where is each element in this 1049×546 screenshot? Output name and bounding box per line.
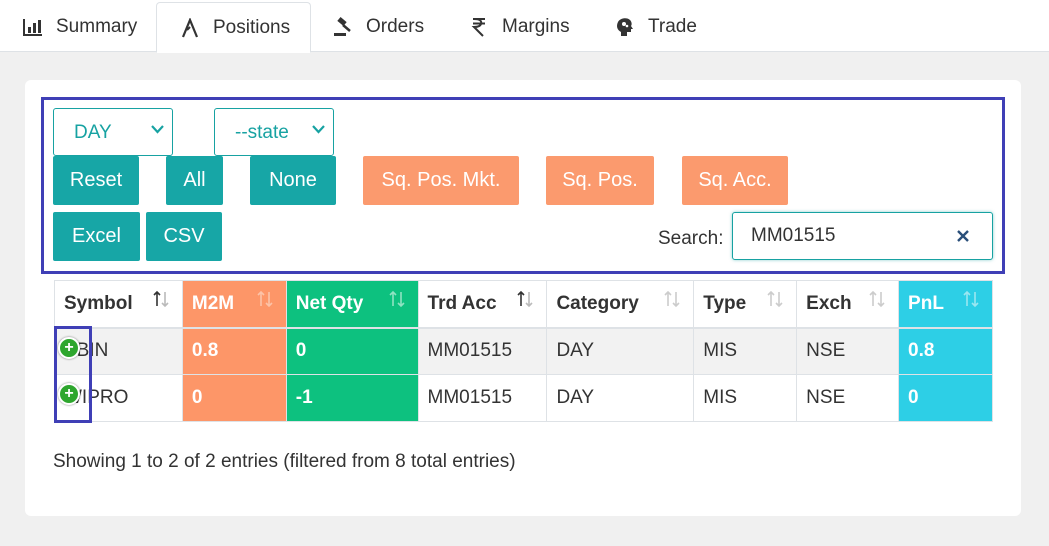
- cell-trd-acc: MM01515: [417, 374, 548, 422]
- expander-highlight-frame: [54, 326, 92, 423]
- cell-exch: NSE: [796, 374, 900, 422]
- search-input[interactable]: [751, 223, 951, 249]
- column-header-pnl[interactable]: PnL: [898, 280, 993, 329]
- column-header-type[interactable]: Type: [693, 280, 798, 329]
- bar-chart-icon: [22, 16, 44, 38]
- state-select-wrapper: --state: [214, 108, 334, 156]
- sort-icon: [869, 290, 885, 308]
- sort-icon: [257, 290, 273, 308]
- day-select-wrapper: DAY: [53, 108, 173, 156]
- cell-m2m: 0: [181, 374, 287, 422]
- table-info: Showing 1 to 2 of 2 entries (filtered fr…: [53, 451, 516, 472]
- cell-pnl: 0: [898, 374, 993, 422]
- select-none-button[interactable]: None: [250, 156, 336, 205]
- cell-trd-acc: MM01515: [417, 327, 548, 375]
- export-csv-button[interactable]: CSV: [146, 212, 222, 261]
- tab-positions[interactable]: Positions: [156, 2, 311, 53]
- tab-summary[interactable]: Summary: [22, 2, 137, 52]
- column-header-exch[interactable]: Exch: [796, 280, 900, 329]
- brain-icon: [614, 16, 636, 38]
- cell-net-qty: -1: [285, 374, 419, 422]
- search-box: [732, 212, 993, 260]
- table-row[interactable]: + WIPRO 0 -1 MM01515 DAY MIS NSE 0: [54, 374, 993, 422]
- reset-button[interactable]: Reset: [53, 156, 139, 205]
- table-header-row: Symbol M2M Net Qty Trd Acc Category Type…: [54, 280, 993, 329]
- search-label: Search:: [658, 228, 724, 249]
- column-header-net-qty[interactable]: Net Qty: [285, 280, 419, 329]
- tab-orders[interactable]: Orders: [332, 2, 424, 52]
- tab-trade[interactable]: Trade: [614, 2, 697, 52]
- sort-icon: [767, 290, 783, 308]
- cell-category: DAY: [546, 327, 695, 375]
- tab-label: Trade: [648, 16, 697, 37]
- sort-icon: [664, 290, 680, 308]
- column-header-m2m[interactable]: M2M: [181, 280, 287, 329]
- cell-net-qty: 0: [285, 327, 419, 375]
- select-all-button[interactable]: All: [166, 156, 223, 205]
- square-off-positions-button[interactable]: Sq. Pos.: [546, 156, 654, 205]
- gavel-icon: [332, 16, 354, 38]
- cell-type: MIS: [693, 374, 798, 422]
- tab-label: Margins: [502, 16, 570, 37]
- square-off-account-button[interactable]: Sq. Acc.: [682, 156, 788, 205]
- sort-icon: [963, 290, 979, 308]
- clear-search-icon[interactable]: [954, 227, 972, 245]
- sort-icon: [388, 290, 405, 308]
- sort-icon: [153, 290, 169, 308]
- tab-label: Summary: [56, 16, 138, 37]
- column-header-symbol[interactable]: Symbol: [54, 280, 183, 329]
- cell-m2m: 0.8: [181, 327, 287, 375]
- rupee-icon: [468, 16, 490, 38]
- column-header-category[interactable]: Category: [546, 280, 695, 329]
- column-header-trd-acc[interactable]: Trd Acc: [417, 280, 548, 329]
- cell-category: DAY: [546, 374, 695, 422]
- cell-type: MIS: [693, 327, 798, 375]
- square-off-positions-market-button[interactable]: Sq. Pos. Mkt.: [363, 156, 519, 205]
- tab-label: Orders: [366, 16, 425, 37]
- day-select[interactable]: DAY: [53, 108, 173, 156]
- tab-bar: Summary Positions Orders Margins Trade: [0, 0, 1049, 53]
- export-excel-button[interactable]: Excel: [53, 212, 140, 261]
- positions-table: Symbol M2M Net Qty Trd Acc Category Type…: [54, 280, 993, 422]
- table-row[interactable]: + SBIN 0.8 0 MM01515 DAY MIS NSE 0.8: [54, 327, 993, 375]
- position-icon: [179, 17, 201, 39]
- state-select[interactable]: --state: [214, 108, 334, 156]
- cell-exch: NSE: [796, 327, 900, 375]
- tab-label: Positions: [213, 16, 291, 38]
- tab-margins[interactable]: Margins: [468, 2, 570, 52]
- sort-icon: [517, 290, 534, 308]
- cell-pnl: 0.8: [898, 327, 993, 375]
